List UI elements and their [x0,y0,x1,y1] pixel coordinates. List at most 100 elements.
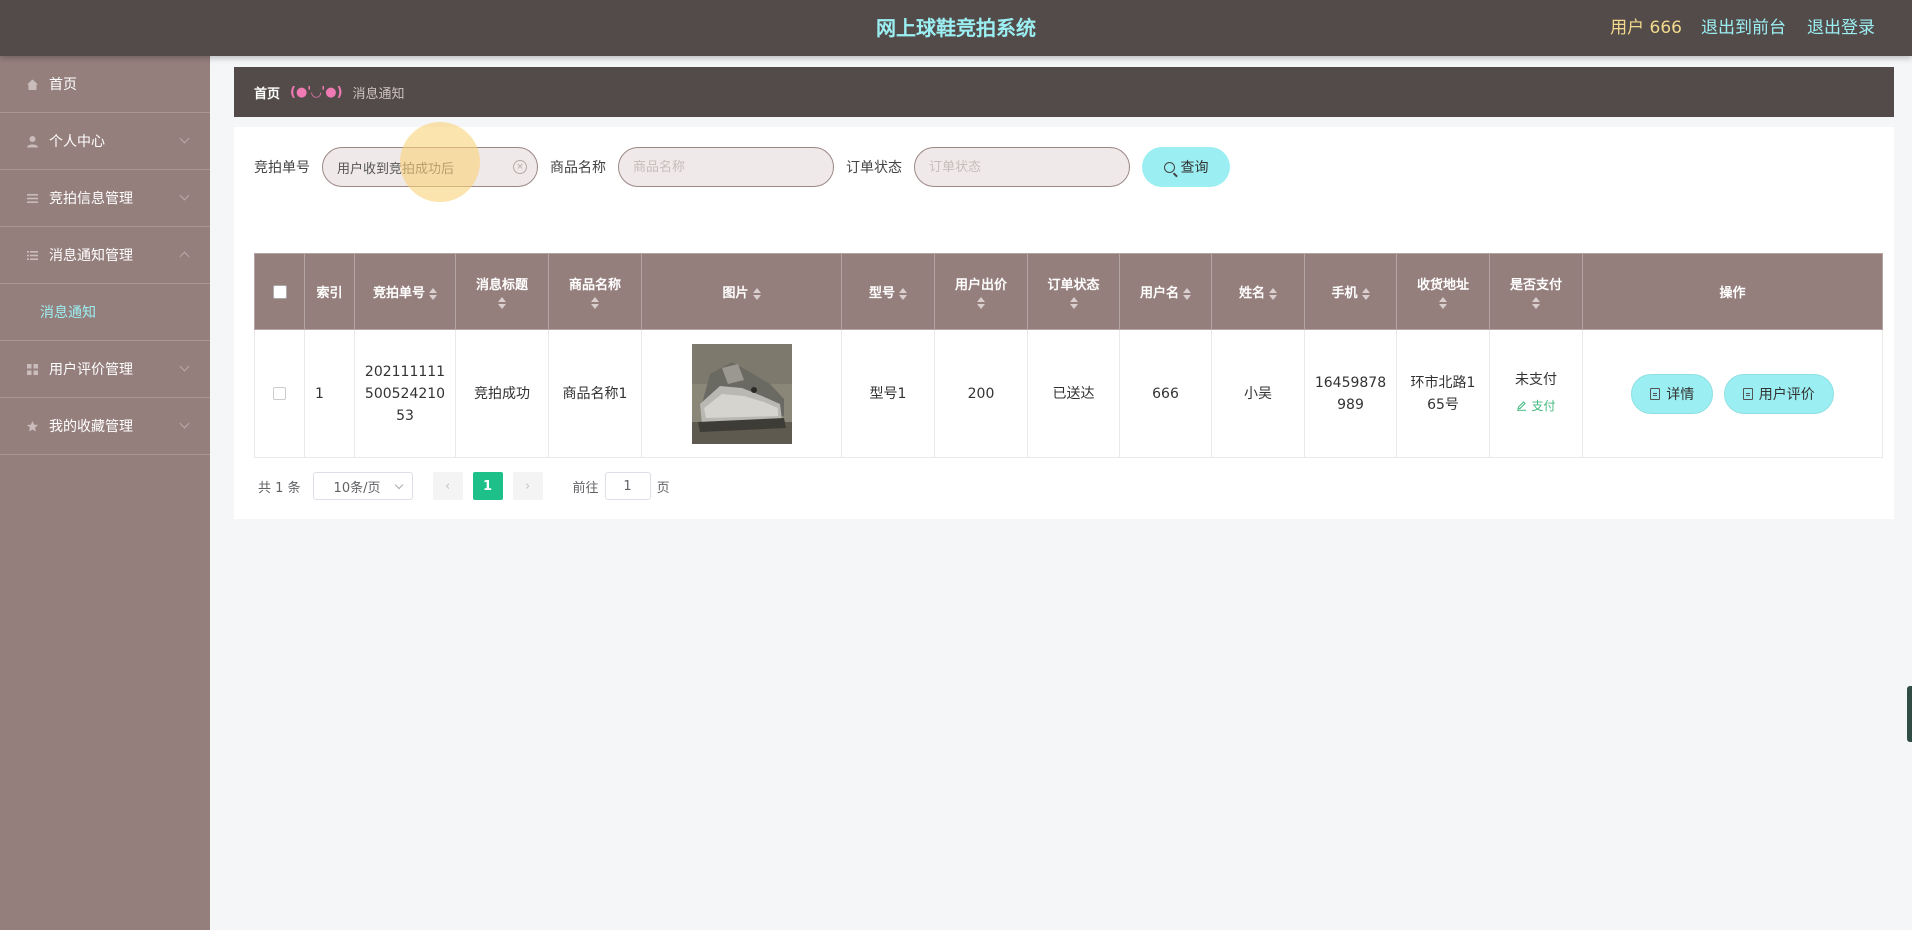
col-msg-title[interactable]: 消息标题 [455,253,549,330]
breadcrumb-separator: (●'◡'●) [290,84,343,100]
edit-icon [1517,401,1527,412]
pagination: 共 1 条 10条/页 ‹ 1 › 前往 页 [258,472,670,500]
list-icon [24,190,40,206]
document-icon [1650,387,1661,400]
content-panel: 竞拍单号 × 商品名称 订单状态 查询 索引 竞拍单号 消 [234,127,1894,519]
cell-bid: 200 [934,329,1028,458]
product-name-field[interactable] [618,147,834,187]
order-no-field[interactable]: × [322,147,538,187]
sidebar-item-personal[interactable]: 个人中心 [0,113,210,170]
order-no-input[interactable] [337,159,523,175]
col-address[interactable]: 收货地址 [1396,253,1490,330]
order-status-label: 订单状态 [846,160,902,176]
col-product[interactable]: 商品名称 [548,253,642,330]
sidebar-item-reviews[interactable]: 用户评价管理 [0,341,210,398]
cell-paid: 未支付 支付 [1489,329,1583,458]
sort-icon[interactable] [1069,297,1078,309]
home-icon [24,76,40,92]
sort-icon[interactable] [1439,297,1447,309]
sidebar-item-home[interactable]: 首页 [0,56,210,113]
col-bid[interactable]: 用户出价 [934,253,1028,330]
page-size-select[interactable]: 10条/页 [312,472,413,500]
sort-icon[interactable] [591,297,599,309]
sort-icon[interactable] [498,297,506,309]
sidebar-item-auction[interactable]: 竞拍信息管理 [0,170,210,227]
breadcrumb-home[interactable]: 首页 [254,83,280,102]
clear-icon[interactable]: × [513,160,527,174]
cell-image [641,329,842,458]
col-username[interactable]: 用户名 [1119,253,1212,330]
sort-icon[interactable] [977,297,985,309]
pay-link[interactable]: 支付 [1516,395,1556,417]
breadcrumb: 首页 (●'◡'●) 消息通知 [234,67,1894,117]
col-name[interactable]: 姓名 [1211,253,1305,330]
menu-icon [24,247,40,263]
top-header: 网上球鞋竞拍系统 用户 666 退出到前台 退出登录 [0,0,1912,56]
col-index-label: 索引 [316,286,343,301]
breadcrumb-current: 消息通知 [352,86,405,102]
order-status-input[interactable] [929,159,1115,175]
chevron-down-icon [179,361,190,372]
col-paid[interactable]: 是否支付 [1489,253,1583,330]
select-all-checkbox[interactable] [272,284,287,299]
goto-page-input[interactable] [604,472,651,500]
cell-order-no: 202111111 500524210 53 [354,329,456,458]
sidebar-item-label: 消息通知管理 [49,248,133,264]
sidebar-subitem-notification[interactable]: 消息通知 [0,284,210,341]
row-select-cell [254,329,305,458]
cell-actions: 详情 用户评价 [1582,329,1883,458]
detail-button-label: 详情 [1666,386,1695,403]
search-form: 竞拍单号 × 商品名称 订单状态 查询 [254,147,1230,187]
cell-name: 小吴 [1211,329,1305,458]
page-number-button[interactable]: 1 [472,472,503,500]
sort-icon[interactable] [752,287,761,300]
product-image[interactable] [691,343,792,444]
col-actions: 操作 [1582,253,1883,330]
sort-icon[interactable] [1361,287,1370,300]
search-button[interactable]: 查询 [1142,147,1230,187]
edge-tab[interactable] [1907,686,1912,742]
exit-to-front-link[interactable]: 退出到前台 [1701,0,1786,56]
review-button[interactable]: 用户评价 [1723,373,1834,414]
col-actions-label: 操作 [1719,286,1746,301]
col-index: 索引 [304,253,355,330]
col-model-label: 型号 [868,286,895,301]
col-model[interactable]: 型号 [841,253,935,330]
col-status-label: 订单状态 [1047,278,1100,293]
cell-product: 商品名称1 [548,329,642,458]
data-table: 索引 竞拍单号 消息标题 商品名称 图片 型号 用户出价 订单状态 用户名 姓名… [254,253,1883,458]
logout-link[interactable]: 退出登录 [1807,0,1875,56]
product-name-input[interactable] [633,159,819,175]
grid-icon [24,361,40,377]
sidebar-item-label: 用户评价管理 [49,362,133,378]
paid-status: 未支付 [1515,371,1557,388]
chevron-right-icon: › [524,478,531,494]
sort-icon[interactable] [899,287,907,300]
chevron-up-icon [179,251,190,262]
sidebar-item-notification[interactable]: 消息通知管理 [0,227,210,284]
col-status[interactable]: 订单状态 [1027,253,1120,330]
row-checkbox[interactable] [273,387,286,400]
sidebar-item-favorites[interactable]: 我的收藏管理 [0,398,210,455]
prev-page-button[interactable]: ‹ [432,472,463,500]
col-image[interactable]: 图片 [641,253,842,330]
sort-icon[interactable] [1183,287,1191,300]
col-bid-label: 用户出价 [954,278,1007,293]
order-no-line: 500524210 [364,385,446,402]
order-status-field[interactable] [914,147,1130,187]
table-header-row: 索引 竞拍单号 消息标题 商品名称 图片 型号 用户出价 订单状态 用户名 姓名… [254,253,1883,330]
page-size-value: 10条/页 [333,480,381,496]
col-msg-title-label: 消息标题 [475,278,528,293]
cell-status: 已送达 [1027,329,1120,458]
pay-link-label: 支付 [1531,398,1556,413]
detail-button[interactable]: 详情 [1631,373,1714,414]
document-icon [1742,387,1753,400]
sort-icon[interactable] [429,287,437,300]
col-order-no[interactable]: 竞拍单号 [354,253,456,330]
search-button-label: 查询 [1180,160,1209,176]
sort-icon[interactable] [1532,297,1540,309]
sort-icon[interactable] [1269,287,1277,300]
next-page-button[interactable]: › [512,472,543,500]
col-phone[interactable]: 手机 [1304,253,1397,330]
col-username-label: 用户名 [1139,286,1179,301]
